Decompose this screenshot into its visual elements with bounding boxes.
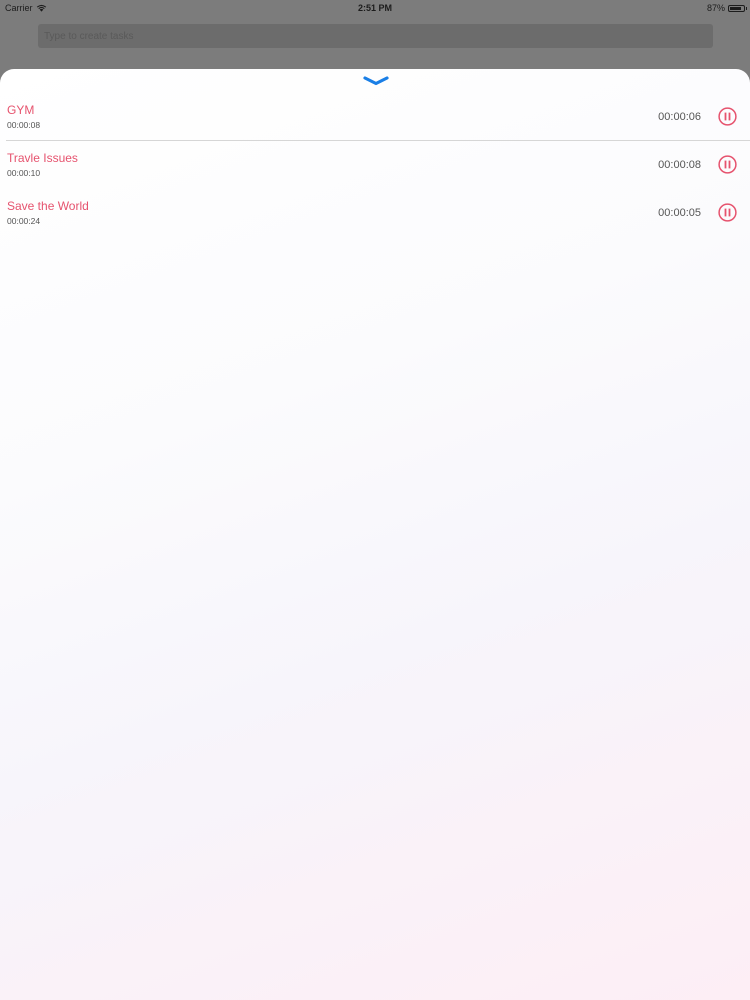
task-timer: 00:00:06 — [658, 111, 701, 123]
task-title: Travle Issues — [7, 151, 78, 165]
task-timer: 00:00:08 — [658, 159, 701, 171]
collapse-handle[interactable] — [363, 75, 389, 87]
task-sheet: GYM 00:00:08 00:00:06 Travle Issues 00:0… — [0, 69, 750, 1000]
status-bar: Carrier 2:51 PM 87% — [0, 0, 750, 16]
task-row[interactable]: GYM 00:00:08 00:00:06 — [0, 93, 750, 141]
task-total-time: 00:00:10 — [7, 168, 41, 178]
task-title: Save the World — [7, 199, 89, 213]
pause-icon — [718, 203, 737, 222]
pause-icon — [718, 107, 737, 126]
task-total-time: 00:00:24 — [7, 216, 41, 226]
status-battery: 87% — [706, 3, 747, 13]
task-row[interactable]: Save the World 00:00:24 00:00:05 — [0, 189, 750, 237]
chevron-down-icon — [363, 75, 389, 87]
battery-percentage: 87% — [706, 3, 725, 13]
task-list: GYM 00:00:08 00:00:06 Travle Issues 00:0… — [0, 93, 750, 237]
pause-button[interactable] — [718, 107, 737, 126]
task-input[interactable] — [38, 24, 713, 48]
pause-button[interactable] — [718, 155, 737, 174]
task-row[interactable]: Travle Issues 00:00:10 00:00:08 — [0, 141, 750, 189]
pause-button[interactable] — [718, 203, 737, 222]
battery-icon — [728, 4, 747, 12]
pause-icon — [718, 155, 737, 174]
task-total-time: 00:00:08 — [7, 120, 41, 130]
battery-level-fill — [730, 6, 741, 10]
status-time: 2:51 PM — [357, 3, 392, 13]
task-title: GYM — [7, 103, 35, 117]
task-timer: 00:00:05 — [658, 207, 701, 219]
